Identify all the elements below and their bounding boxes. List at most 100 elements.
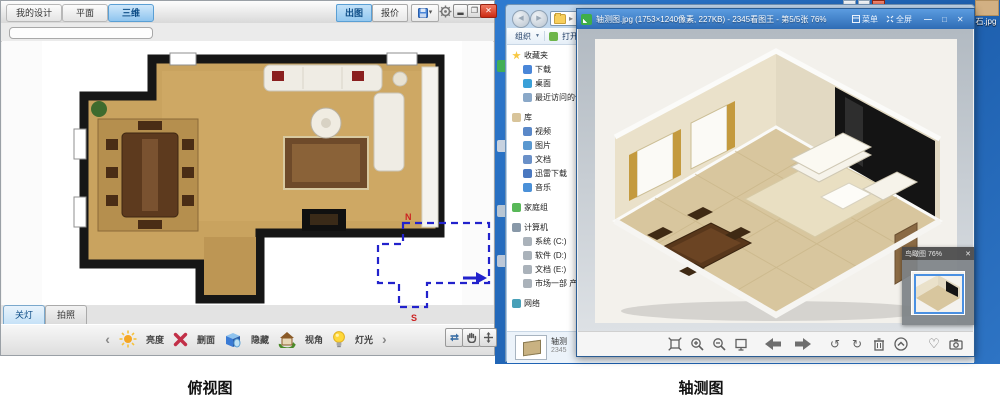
brightness-icon[interactable] [119, 330, 137, 348]
export-image-button[interactable]: 出图 [336, 4, 372, 22]
zoom-out-icon[interactable] [708, 337, 730, 351]
desktop-icon [523, 79, 532, 88]
sidebar-item-desktop[interactable]: 桌面 [523, 77, 551, 90]
viewer-menu-button[interactable]: 菜单 [852, 14, 878, 25]
delete-face-label[interactable]: 删面 [197, 333, 215, 346]
thunder-icon [523, 169, 532, 178]
view-angle-icon[interactable] [278, 331, 296, 348]
drive-icon [523, 251, 532, 260]
pan-hand-button[interactable] [462, 328, 480, 347]
tab-3d[interactable]: 三维 [108, 4, 154, 22]
previous-image-icon[interactable] [762, 337, 784, 351]
sidebar-item-pictures[interactable]: 图片 [523, 139, 551, 152]
sidebar-item-network[interactable]: 网络 [512, 297, 540, 310]
sidebar-item-drive-c[interactable]: 系统 (C:) [523, 235, 567, 248]
forward-icon[interactable]: ▶ [530, 10, 548, 28]
collapse-toolbar-icon[interactable] [890, 337, 912, 351]
name-input[interactable] [9, 27, 153, 39]
sidebar-item-computer[interactable]: 计算机 [512, 221, 548, 234]
file-thumbnail-icon [975, 0, 999, 16]
lighting-label[interactable]: 灯光 [355, 333, 373, 346]
zoom-in-icon[interactable] [686, 337, 708, 351]
save-button[interactable]: ▾ [411, 4, 439, 22]
organize-caret-icon: ▼ [535, 33, 540, 39]
tab-plan-2d[interactable]: 平面 [62, 4, 108, 22]
minimize-icon[interactable]: ▂ [453, 4, 468, 18]
navigator-viewport-box[interactable] [914, 274, 964, 314]
sidebar-item-music[interactable]: 音乐 [523, 181, 551, 194]
rotate-left-icon[interactable]: ↺ [824, 337, 846, 351]
minimap-overlay[interactable]: N S [371, 211, 497, 325]
sidebar-item-videos[interactable]: 视频 [523, 125, 551, 138]
favorite-heart-icon[interactable]: ♡ [923, 337, 945, 351]
delete-face-icon[interactable] [173, 332, 188, 347]
selected-file-meta: 2345 [551, 347, 567, 354]
video-icon [523, 127, 532, 136]
hide-label[interactable]: 隐藏 [251, 333, 269, 346]
sidebar-item-thunder-downloads[interactable]: 迅雷下载 [523, 167, 567, 180]
sidebar-item-libraries[interactable]: 库 [512, 111, 532, 124]
sidebar-item-favorites[interactable]: 收藏夹 [512, 49, 548, 62]
sidebar-item-documents[interactable]: 文档 [523, 153, 551, 166]
gear-icon[interactable] [439, 5, 452, 18]
star-icon [512, 51, 521, 60]
next-image-icon[interactable] [792, 337, 814, 351]
view-angle-label[interactable]: 视角 [305, 333, 323, 346]
maximize-icon[interactable]: □ [942, 15, 947, 24]
explorer-sidebar: 收藏夹 下载 桌面 最近访问的位置 库 视频 图片 文档 迅雷下载 音乐 家庭组… [507, 45, 579, 331]
tab-lights-off[interactable]: 关灯 [3, 305, 45, 324]
picture-icon [523, 141, 532, 150]
viewer-fullscreen-button[interactable]: 全屏 [886, 14, 912, 25]
sidebar-item-downloads[interactable]: 下载 [523, 63, 551, 76]
delete-image-icon[interactable] [868, 337, 890, 351]
computer-icon [512, 223, 521, 232]
viewer-canvas[interactable]: 鸟瞰图 76% ✕ [578, 29, 973, 331]
desktop-file-shortcut[interactable]: 石.jpg [972, 0, 1000, 30]
viewer-app-logo-icon [581, 14, 592, 25]
file-preview-thumbnail [515, 335, 547, 360]
refresh-view-button[interactable] [445, 328, 463, 347]
music-icon [523, 183, 532, 192]
back-icon[interactable]: ◀ [512, 10, 530, 28]
tab-snapshot[interactable]: 拍照 [45, 305, 87, 324]
floppy-icon [418, 8, 428, 18]
sidebar-item-market-share[interactable]: 市场一部 产 [523, 277, 577, 290]
quote-button[interactable]: 报价 [372, 4, 408, 22]
close-icon[interactable]: ✕ [480, 4, 497, 18]
drive-icon [523, 237, 532, 246]
slideshow-icon[interactable] [730, 337, 752, 351]
image-viewer-window: 轴测图.jpg (1753×1240像素, 227KB) - 2345看图王 -… [576, 8, 975, 357]
sidebar-item-homegroup[interactable]: 家庭组 [512, 201, 548, 214]
viewer-titlebar[interactable]: 轴测图.jpg (1753×1240像素, 227KB) - 2345看图王 -… [577, 9, 974, 29]
sidebar-item-drive-d[interactable]: 软件 (D:) [523, 249, 567, 262]
navigator-thumbnail [911, 271, 965, 315]
close-icon[interactable]: ✕ [965, 250, 971, 258]
drive-icon [523, 265, 532, 274]
brightness-label[interactable]: 亮度 [146, 333, 164, 346]
hide-object-icon[interactable] [224, 331, 242, 348]
compass-south-label: S [411, 313, 417, 323]
menu-icon [852, 15, 860, 23]
rotate-right-icon[interactable]: ↻ [846, 337, 868, 351]
navigator-title: 鸟瞰图 76% [905, 249, 942, 259]
folder-icon [554, 14, 566, 24]
navigator-panel[interactable]: 鸟瞰图 76% ✕ [902, 247, 974, 325]
library-icon [512, 113, 521, 122]
sidebar-item-drive-e[interactable]: 文档 (E:) [523, 263, 566, 276]
strip-scroll-right-icon[interactable]: › [382, 331, 387, 347]
fit-to-window-icon[interactable] [664, 337, 686, 351]
desktop-file-label: 石.jpg [972, 16, 1000, 27]
strip-scroll-left-icon[interactable]: ‹ [105, 331, 110, 347]
tab-my-design[interactable]: 我的设计 [6, 4, 62, 22]
caption-axonometric-view: 轴测图 [641, 377, 761, 398]
screenshot-camera-icon[interactable] [945, 338, 967, 350]
save-dropdown-caret[interactable]: ▾ [429, 5, 433, 21]
lighting-icon[interactable] [332, 331, 346, 348]
fullscreen-icon [886, 15, 894, 23]
sidebar-item-recent-places[interactable]: 最近访问的位置 [523, 91, 579, 104]
move-arrows-button[interactable] [479, 328, 497, 347]
organize-menu[interactable]: 组织 [515, 31, 531, 42]
minimize-icon[interactable]: — [924, 15, 932, 24]
close-icon[interactable]: ✕ [957, 15, 964, 24]
open-app-icon [549, 32, 558, 41]
